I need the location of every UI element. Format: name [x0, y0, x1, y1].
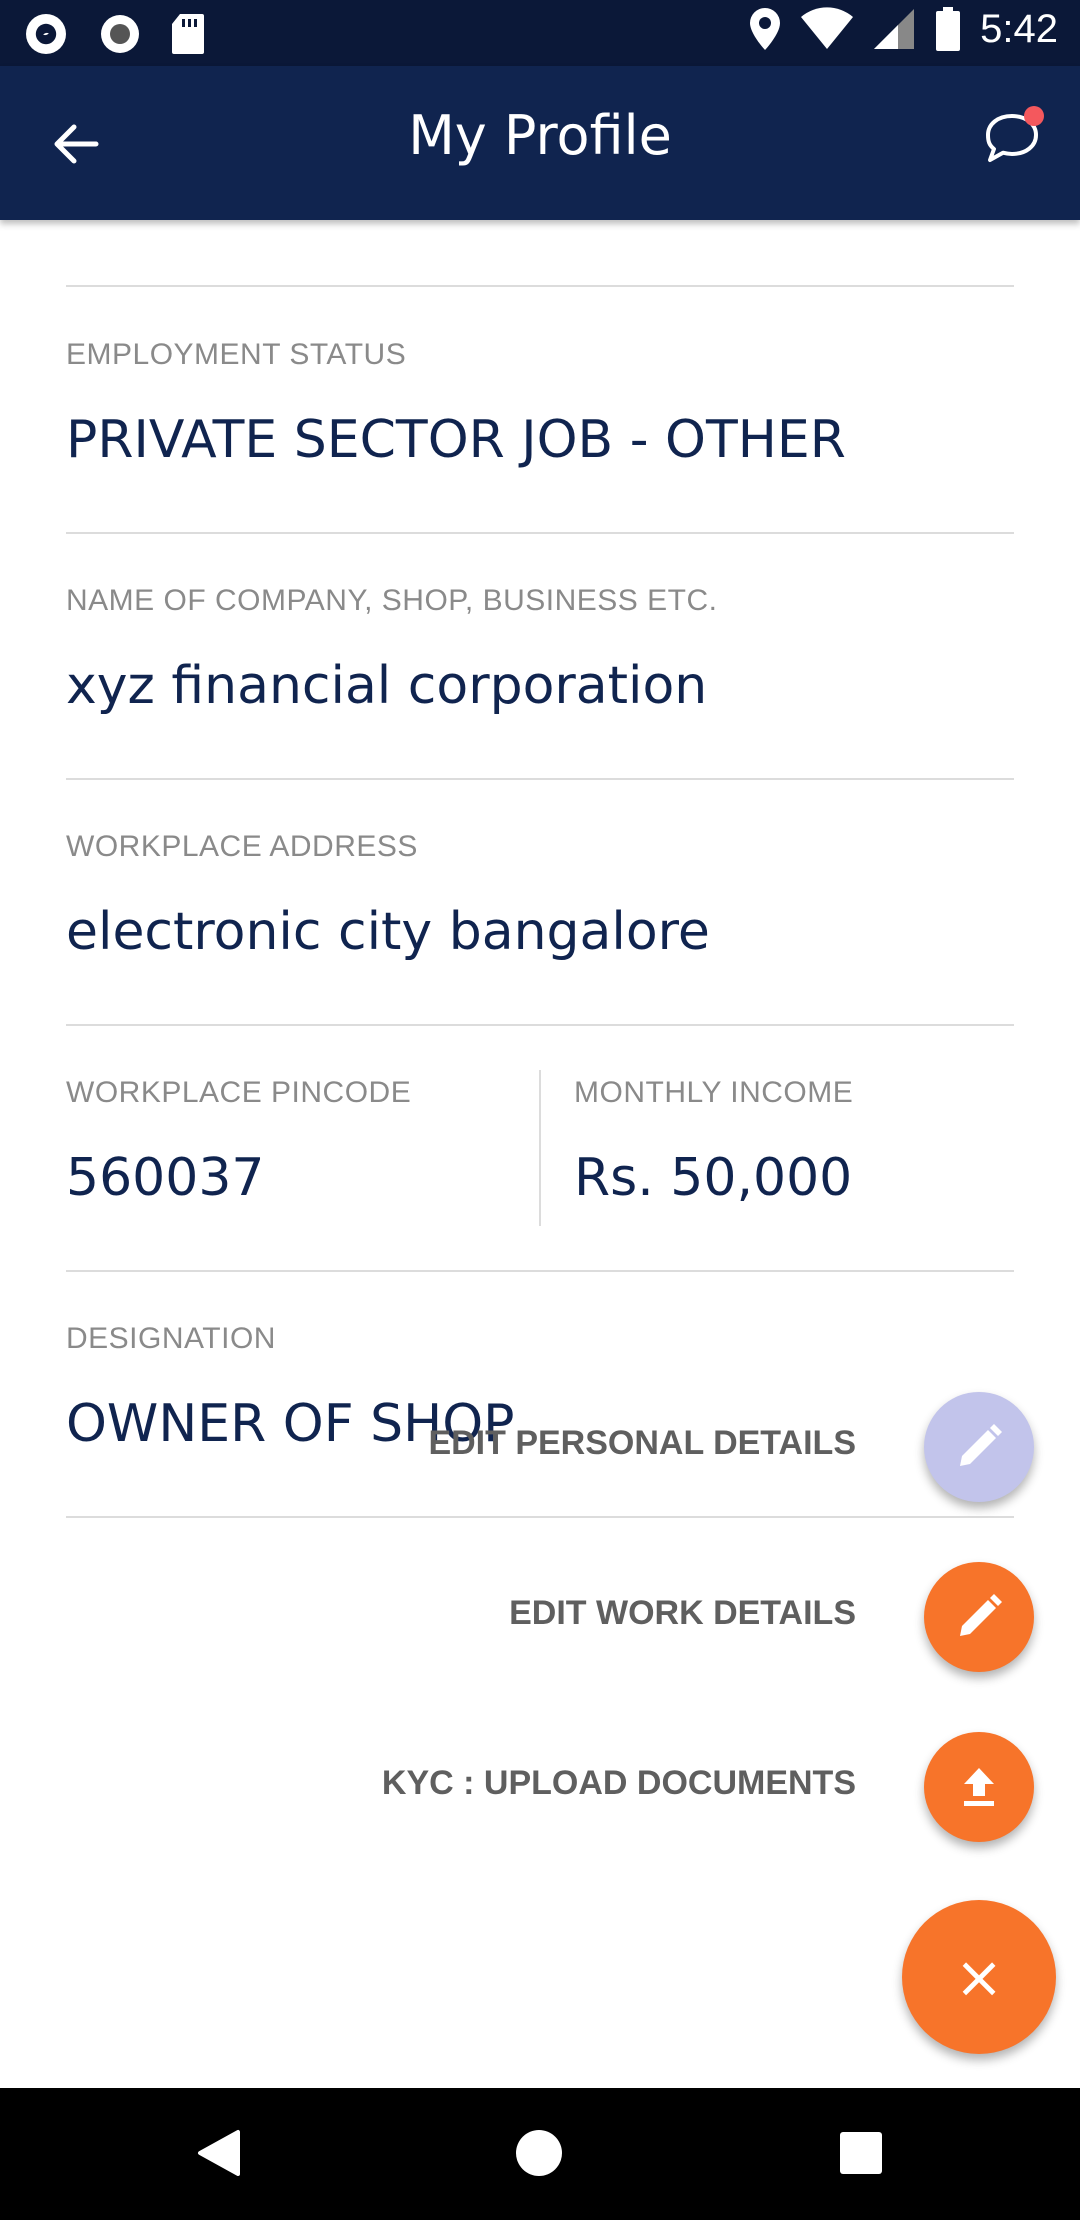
battery-icon — [936, 7, 961, 51]
edit-personal-details-button[interactable] — [924, 1392, 1034, 1502]
workplace-pincode-value: 560037 — [66, 1148, 265, 1208]
recents-square-icon[interactable] — [840, 2132, 882, 2174]
close-icon: × — [954, 1943, 1004, 2011]
divider — [66, 285, 1014, 287]
home-circle-icon[interactable] — [516, 2130, 562, 2176]
edit-work-details-label[interactable]: EDIT WORK DETAILS — [509, 1594, 856, 1633]
kyc-upload-documents-label[interactable]: KYC : UPLOAD DOCUMENTS — [382, 1764, 856, 1803]
company-name-label: NAME OF COMPANY, SHOP, BUSINESS ETC. — [66, 584, 718, 617]
upload-icon — [964, 1768, 994, 1806]
signal-icon — [874, 9, 915, 49]
workplace-address-label: WORKPLACE ADDRESS — [66, 830, 418, 863]
page-title: My Profile — [408, 104, 672, 167]
app-notification-icon — [26, 14, 66, 54]
status-bar-left-icons — [22, 10, 206, 58]
divider — [66, 532, 1014, 534]
status-time: 5:42 — [980, 6, 1058, 51]
app-bar: My Profile — [0, 66, 1080, 220]
designation-label: DESIGNATION — [66, 1322, 276, 1355]
monthly-income-label: MONTHLY INCOME — [574, 1076, 854, 1109]
column-divider — [539, 1070, 541, 1226]
divider — [66, 778, 1014, 780]
company-name-value: xyz financial corporation — [66, 656, 708, 716]
location-icon — [750, 8, 781, 50]
close-speed-dial-button[interactable]: × — [902, 1900, 1056, 2054]
pencil-icon — [960, 1424, 1002, 1466]
kyc-upload-documents-button[interactable] — [924, 1732, 1034, 1842]
divider — [66, 1024, 1014, 1026]
pencil-icon — [960, 1594, 1002, 1636]
edit-personal-details-label[interactable]: EDIT PERSONAL DETAILS — [428, 1424, 856, 1463]
sd-card-icon — [172, 14, 204, 54]
wifi-icon — [801, 7, 854, 50]
employment-status-label: EMPLOYMENT STATUS — [66, 338, 407, 371]
monthly-income-value: Rs. 50,000 — [574, 1148, 853, 1208]
employment-status-value: PRIVATE SECTOR JOB - OTHER — [66, 410, 846, 470]
back-triangle-icon[interactable] — [196, 2128, 242, 2178]
edit-work-details-button[interactable] — [924, 1562, 1034, 1672]
system-nav-bar — [0, 2088, 1080, 2220]
divider — [66, 1516, 1014, 1518]
workplace-address-value: electronic city bangalore — [66, 902, 710, 962]
divider — [66, 1270, 1014, 1272]
record-icon — [101, 15, 139, 53]
status-bar-right-icons: 5:42 — [748, 6, 1058, 52]
notification-dot — [1024, 106, 1044, 126]
workplace-pincode-label: WORKPLACE PINCODE — [66, 1076, 412, 1109]
status-bar: 5:42 — [0, 0, 1080, 66]
